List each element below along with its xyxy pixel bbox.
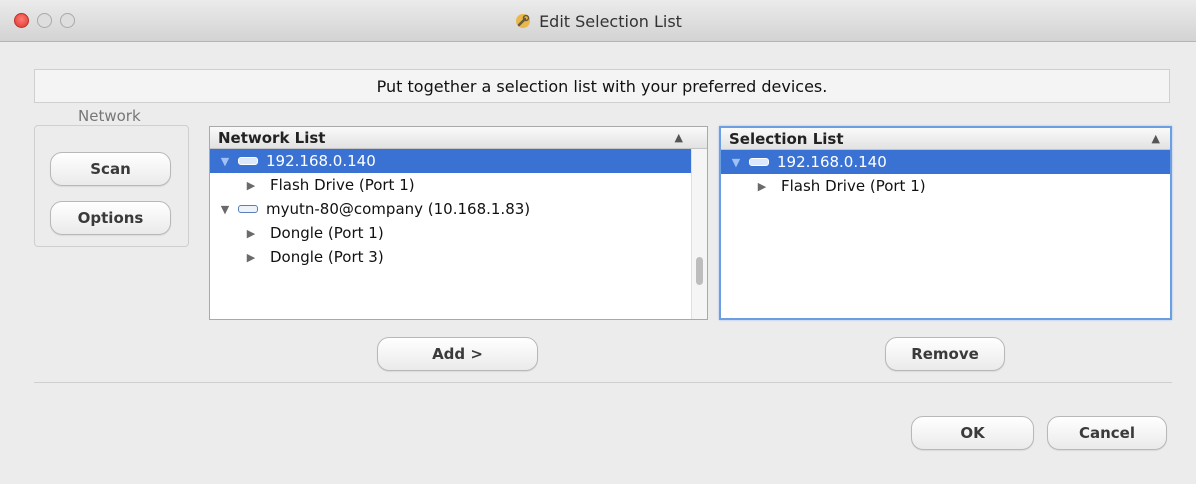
- list-item-label: 192.168.0.140: [777, 153, 887, 171]
- selection-list-header-label: Selection List: [729, 130, 844, 148]
- sort-ascending-icon: ▲: [1151, 132, 1160, 145]
- list-item[interactable]: ▼ 192.168.0.140: [721, 150, 1170, 174]
- network-list-scrollbar[interactable]: [691, 149, 707, 319]
- sort-ascending-icon: ▲: [674, 131, 683, 144]
- list-item-label: Dongle (Port 3): [270, 248, 384, 266]
- instruction-text: Put together a selection list with your …: [34, 69, 1170, 103]
- scan-button[interactable]: Scan: [50, 152, 171, 186]
- list-item[interactable]: ▶ Flash Drive (Port 1): [721, 174, 1170, 198]
- disclosure-expanded-icon[interactable]: ▼: [729, 156, 743, 169]
- network-device-icon: [238, 157, 258, 165]
- options-button[interactable]: Options: [50, 201, 171, 235]
- disclosure-collapsed-icon[interactable]: ▶: [755, 180, 769, 193]
- list-item[interactable]: ▼ myutn-80@company (10.168.1.83): [210, 197, 691, 221]
- list-item-label: Flash Drive (Port 1): [781, 177, 926, 195]
- window-title: Edit Selection List: [539, 11, 682, 31]
- network-list-header-label: Network List: [218, 129, 326, 147]
- disclosure-collapsed-icon[interactable]: ▶: [244, 227, 258, 240]
- list-item-label: Dongle (Port 1): [270, 224, 384, 242]
- disclosure-expanded-icon[interactable]: ▼: [218, 203, 232, 216]
- divider: [34, 382, 1172, 383]
- title-wrap: Edit Selection List: [0, 0, 1196, 42]
- scrollbar-thumb[interactable]: [696, 257, 703, 285]
- selection-list[interactable]: Selection List ▲ ▼ 192.168.0.140 ▶ Flash…: [719, 126, 1172, 320]
- disclosure-expanded-icon[interactable]: ▼: [218, 155, 232, 168]
- list-item-label: Flash Drive (Port 1): [270, 176, 415, 194]
- cancel-button[interactable]: Cancel: [1047, 416, 1167, 450]
- remove-button[interactable]: Remove: [885, 337, 1005, 371]
- list-item[interactable]: ▼ 192.168.0.140: [210, 149, 691, 173]
- selection-list-header[interactable]: Selection List ▲: [721, 128, 1170, 150]
- network-group-label: Network: [70, 107, 149, 125]
- list-item[interactable]: ▶ Dongle (Port 1): [210, 221, 691, 245]
- ok-button[interactable]: OK: [911, 416, 1034, 450]
- network-list-header[interactable]: Network List ▲: [210, 127, 707, 149]
- disclosure-collapsed-icon[interactable]: ▶: [244, 251, 258, 264]
- disclosure-collapsed-icon[interactable]: ▶: [244, 179, 258, 192]
- list-item[interactable]: ▶ Dongle (Port 3): [210, 245, 691, 269]
- list-item-label: myutn-80@company (10.168.1.83): [266, 200, 531, 218]
- list-item-label: 192.168.0.140: [266, 152, 376, 170]
- edit-selection-list-window: Edit Selection List Put together a selec…: [0, 0, 1196, 484]
- title-bar[interactable]: Edit Selection List: [0, 0, 1196, 42]
- app-wrench-icon: [514, 12, 532, 30]
- list-item[interactable]: ▶ Flash Drive (Port 1): [210, 173, 691, 197]
- network-list[interactable]: Network List ▲ ▼ 192.168.0.140 ▶ Flash D…: [209, 126, 708, 320]
- network-device-icon: [749, 158, 769, 166]
- add-button[interactable]: Add >: [377, 337, 538, 371]
- network-device-icon: [238, 205, 258, 213]
